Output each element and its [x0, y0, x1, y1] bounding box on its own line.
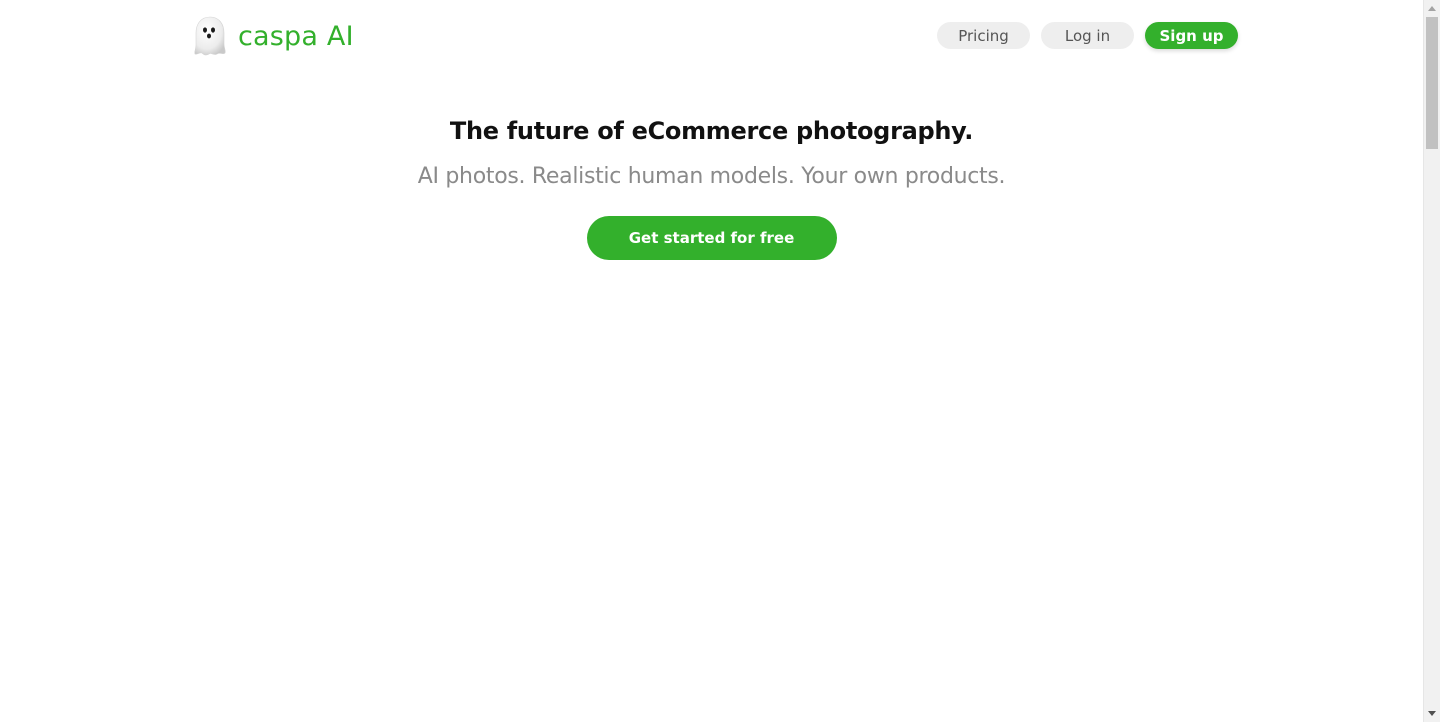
top-nav: Pricing Log in Sign up: [937, 22, 1238, 49]
hero-title: The future of eCommerce photography.: [449, 117, 974, 145]
get-started-button[interactable]: Get started for free: [586, 216, 837, 260]
pricing-button[interactable]: Pricing: [937, 22, 1030, 49]
scroll-down-arrow-icon[interactable]: [1424, 705, 1440, 722]
signup-button[interactable]: Sign up: [1145, 22, 1238, 49]
hero-section: The future of eCommerce photography. AI …: [0, 110, 1423, 260]
scroll-up-arrow-icon[interactable]: [1424, 0, 1440, 17]
page: caspa AI Pricing Log in Sign up The futu…: [0, 0, 1440, 722]
ghost-icon: [194, 16, 226, 56]
login-button[interactable]: Log in: [1041, 22, 1134, 49]
brand-logo[interactable]: caspa AI: [192, 15, 354, 57]
hero-subtitle: AI photos. Realistic human models. Your …: [417, 164, 1006, 189]
site-header: caspa AI Pricing Log in Sign up: [0, 0, 1423, 72]
brand-name: caspa AI: [238, 20, 354, 52]
scroll-thumb[interactable]: [1426, 17, 1438, 149]
vertical-scrollbar[interactable]: [1423, 0, 1440, 722]
